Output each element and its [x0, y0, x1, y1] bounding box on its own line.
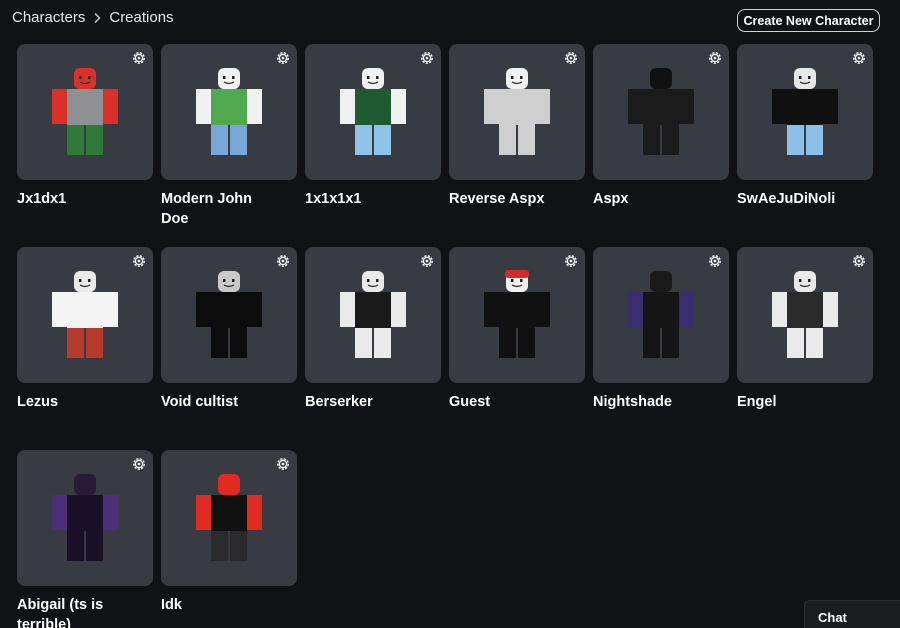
character-thumbnail[interactable]: [737, 247, 873, 383]
character-name: Reverse Aspx: [449, 191, 545, 207]
create-new-character-button[interactable]: Create New Character: [737, 9, 880, 32]
character-name: Aspx: [593, 191, 629, 207]
character-name: Nightshade: [593, 394, 672, 410]
character-thumbnail[interactable]: [17, 44, 153, 180]
gear-icon[interactable]: [707, 50, 723, 66]
gear-icon[interactable]: [131, 253, 147, 269]
gear-icon[interactable]: [131, 50, 147, 66]
character-card[interactable]: Reverse Aspx: [449, 44, 585, 247]
gear-icon[interactable]: [707, 253, 723, 269]
character-card[interactable]: Nightshade: [593, 247, 729, 450]
character-thumbnail[interactable]: [17, 450, 153, 586]
chat-button[interactable]: Chat: [804, 600, 900, 628]
character-name: Jx1dx1: [17, 191, 67, 207]
chevron-right-icon: [92, 12, 102, 24]
character-card[interactable]: Modern John Doe: [161, 44, 297, 247]
gear-icon[interactable]: [851, 253, 867, 269]
character-card[interactable]: 1x1x1x1: [305, 44, 441, 247]
character-card[interactable]: Berserker: [305, 247, 441, 450]
characters-grid: Jx1dx1 Modern John Doe 1x1x1x1 Reverse A…: [17, 44, 873, 628]
gear-icon[interactable]: [419, 253, 435, 269]
character-thumbnail[interactable]: [449, 44, 585, 180]
gear-icon[interactable]: [275, 50, 291, 66]
character-thumbnail[interactable]: [305, 44, 441, 180]
character-card[interactable]: Guest: [449, 247, 585, 450]
character-thumbnail[interactable]: [161, 44, 297, 180]
character-thumbnail[interactable]: [593, 44, 729, 180]
character-card[interactable]: Idk: [161, 450, 297, 628]
character-card[interactable]: Void cultist: [161, 247, 297, 450]
breadcrumb-current: Creations: [109, 9, 174, 26]
character-card[interactable]: Jx1dx1: [17, 44, 153, 247]
gear-icon[interactable]: [275, 253, 291, 269]
character-name: Idk: [161, 597, 182, 613]
character-name: Guest: [449, 394, 491, 410]
character-thumbnail[interactable]: [449, 247, 585, 383]
gear-icon[interactable]: [563, 50, 579, 66]
character-name: Modern John Doe: [161, 191, 253, 227]
gear-icon[interactable]: [419, 50, 435, 66]
gear-icon[interactable]: [851, 50, 867, 66]
character-card[interactable]: Aspx: [593, 44, 729, 247]
character-thumbnail[interactable]: [161, 450, 297, 586]
character-thumbnail[interactable]: [593, 247, 729, 383]
breadcrumb: Characters Creations: [12, 9, 174, 26]
character-thumbnail[interactable]: [161, 247, 297, 383]
character-name: 1x1x1x1: [305, 191, 362, 207]
character-card[interactable]: SwAeJuDiNoli: [737, 44, 873, 247]
character-thumbnail[interactable]: [305, 247, 441, 383]
character-thumbnail[interactable]: [17, 247, 153, 383]
character-name: Engel: [737, 394, 777, 410]
gear-icon[interactable]: [131, 456, 147, 472]
gear-icon[interactable]: [275, 456, 291, 472]
character-name: Berserker: [305, 394, 373, 410]
character-name: Lezus: [17, 394, 59, 410]
character-thumbnail[interactable]: [737, 44, 873, 180]
character-card[interactable]: Abigail (ts is terrible): [17, 450, 153, 628]
character-card[interactable]: Engel: [737, 247, 873, 450]
character-name: SwAeJuDiNoli: [737, 191, 836, 207]
character-card[interactable]: Lezus: [17, 247, 153, 450]
character-name: Abigail (ts is terrible): [17, 597, 104, 628]
breadcrumb-characters-link[interactable]: Characters: [12, 9, 85, 26]
gear-icon[interactable]: [563, 253, 579, 269]
character-name: Void cultist: [161, 394, 239, 410]
